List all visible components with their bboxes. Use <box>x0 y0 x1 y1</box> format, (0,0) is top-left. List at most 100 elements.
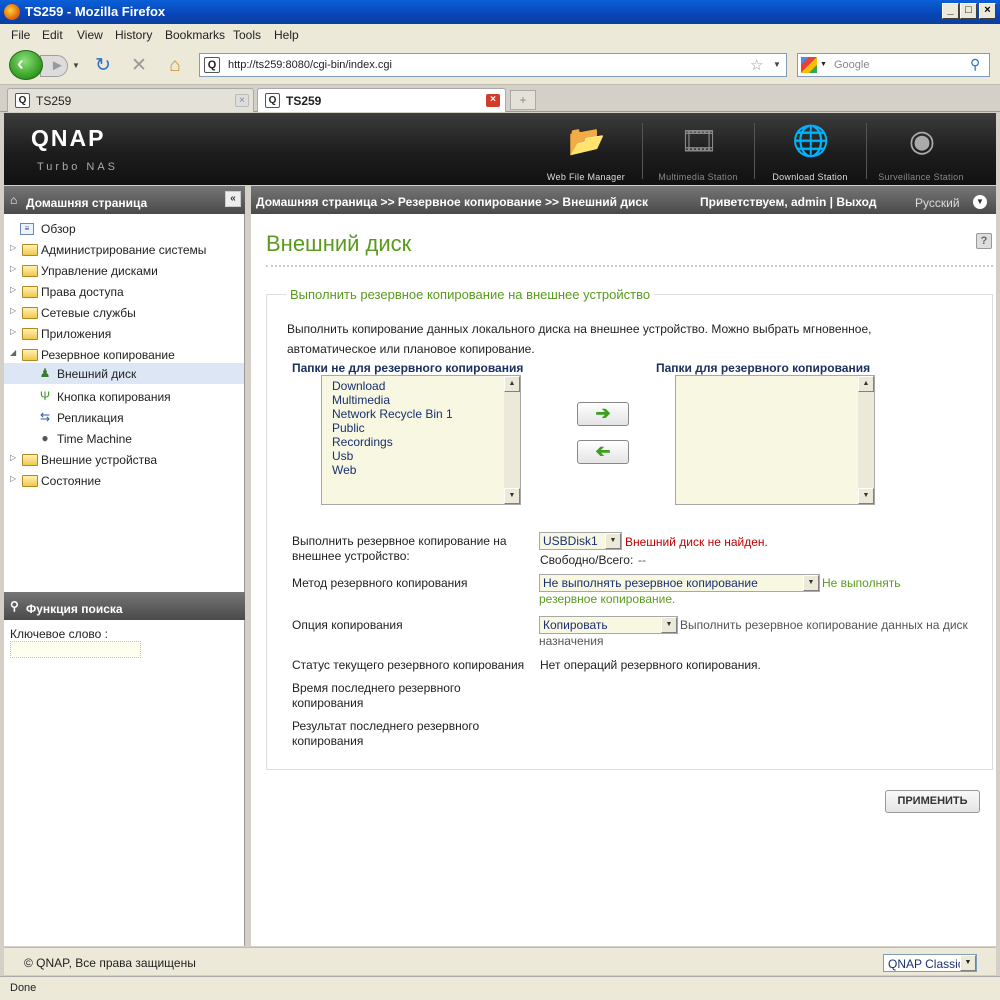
menu-history[interactable]: History <box>115 28 152 42</box>
list-scrollbar[interactable]: ▲ ▼ <box>858 376 874 504</box>
expand-icon[interactable]: ▷ <box>10 474 16 483</box>
folder-item[interactable]: Download <box>332 379 385 393</box>
folder-magnifier-icon: 📂 <box>568 125 606 158</box>
device-select[interactable]: USBDisk1 ▼ <box>539 532 622 550</box>
free-total-label: Свободно/Всего: <box>540 553 634 567</box>
reload-icon[interactable]: ↻ <box>92 55 114 77</box>
theme-select[interactable]: QNAP Classic ▼ <box>883 954 977 972</box>
excluded-folders-list[interactable]: Download Multimedia Network Recycle Bin … <box>321 375 521 505</box>
expand-icon[interactable]: ▷ <box>10 306 16 315</box>
google-icon[interactable] <box>801 57 817 73</box>
apply-button[interactable]: ПРИМЕНИТЬ <box>885 790 980 813</box>
window-titlebar: TS259 - Mozilla Firefox _ □ × <box>0 0 1000 24</box>
method-label: Метод резервного копирования <box>292 576 468 590</box>
sidebar-item-access-rights[interactable]: ▷ Права доступа <box>4 281 244 302</box>
minimize-button[interactable]: _ <box>942 3 959 19</box>
new-tab-button[interactable]: + <box>510 90 536 110</box>
sidebar-item-applications[interactable]: ▷ Приложения <box>4 323 244 344</box>
home-icon[interactable]: ⌂ <box>164 55 186 77</box>
tab-label: TS259 <box>286 94 322 108</box>
main-content: Домашняя страница >> Резервное копирован… <box>251 186 996 946</box>
tab-close-icon[interactable]: × <box>486 94 500 107</box>
title-divider <box>266 265 993 267</box>
sidebar-item-replication[interactable]: ⇆ Репликация <box>4 407 244 428</box>
breadcrumb[interactable]: Домашняя страница >> Резервное копирован… <box>256 195 648 209</box>
maximize-button[interactable]: □ <box>960 3 977 19</box>
firefox-icon <box>4 4 20 20</box>
collapse-sidebar-icon[interactable]: « <box>225 191 241 207</box>
expand-icon[interactable]: ▷ <box>10 453 16 462</box>
tab-ts259-2[interactable]: Q TS259 × <box>257 88 506 112</box>
apple-icon: ● <box>41 431 49 445</box>
status-text: Done <box>10 982 37 994</box>
folder-item[interactable]: Multimedia <box>332 393 390 407</box>
sidebar-item-time-machine[interactable]: ● Time Machine <box>4 428 244 449</box>
back-button[interactable]: ‹ <box>9 50 43 80</box>
language-dropdown-icon[interactable]: ▼ <box>973 195 987 209</box>
folder-item[interactable]: Web <box>332 463 356 477</box>
tab-label: TS259 <box>36 94 72 108</box>
stop-icon[interactable]: ✕ <box>128 55 150 77</box>
bookmark-star-icon[interactable]: ☆ <box>750 56 763 74</box>
expand-icon[interactable]: ▷ <box>10 285 16 294</box>
included-folders-title: Папки для резервного копирования <box>656 361 871 375</box>
expand-icon[interactable]: ▷ <box>10 327 16 336</box>
search-engine-dropdown-icon[interactable]: ▼ <box>820 61 827 68</box>
add-to-backup-button[interactable]: ➔ <box>577 402 629 426</box>
sidebar-item-status[interactable]: ▷ Состояние <box>4 470 244 491</box>
sidebar-item-network-services[interactable]: ▷ Сетевые службы <box>4 302 244 323</box>
tab-ts259-1[interactable]: Q TS259 × <box>7 88 254 112</box>
menu-help[interactable]: Help <box>274 28 299 42</box>
multimedia-station-button[interactable]: 🎞 Multimedia Station <box>643 121 753 185</box>
web-file-manager-button[interactable]: 📂 Web File Manager <box>531 121 641 185</box>
qnap-header: QNAP Turbo NAS 📂 Web File Manager 🎞 Mult… <box>4 113 996 185</box>
sidebar-item-backup[interactable]: ◢ Резервное копирование <box>4 344 244 365</box>
sidebar-item-system-admin[interactable]: ▷ Администрирование системы <box>4 239 244 260</box>
scroll-down-icon[interactable]: ▼ <box>504 488 520 504</box>
sidebar-item-copy-button[interactable]: Ψ Кнопка копирования <box>4 386 244 407</box>
scroll-up-icon[interactable]: ▲ <box>504 376 520 392</box>
folder-icon <box>22 475 38 487</box>
scroll-up-icon[interactable]: ▲ <box>858 376 874 392</box>
download-station-button[interactable]: 🌐 Download Station <box>755 121 865 185</box>
search-icon[interactable]: ⚲ <box>970 56 980 73</box>
current-status-label: Статус текущего резервного копирования <box>292 658 525 672</box>
breadcrumb-bar: Домашняя страница >> Резервное копирован… <box>251 186 996 214</box>
section-title: Выполнить резервное копирование на внешн… <box>286 287 655 302</box>
menu-view[interactable]: View <box>77 28 103 42</box>
folder-item[interactable]: Usb <box>332 449 353 463</box>
sidebar-item-overview[interactable]: ≡ Обзор <box>4 218 244 239</box>
surveillance-station-button[interactable]: ◉ Surveillance Station <box>866 121 976 185</box>
folder-item[interactable]: Recordings <box>332 435 393 449</box>
scroll-down-icon[interactable]: ▼ <box>858 488 874 504</box>
expand-icon[interactable]: ▷ <box>10 264 16 273</box>
folder-item[interactable]: Network Recycle Bin 1 <box>332 407 453 421</box>
sidebar-item-disk-management[interactable]: ▷ Управление дисками <box>4 260 244 281</box>
forward-button[interactable]: ► <box>40 55 68 77</box>
menu-bookmarks[interactable]: Bookmarks <box>165 28 225 42</box>
close-window-button[interactable]: × <box>979 3 996 19</box>
welcome-logout[interactable]: Приветствуем, admin | Выход <box>700 195 876 209</box>
menu-file[interactable]: File <box>11 28 30 42</box>
dropdown-icon[interactable]: ▼ <box>960 955 976 971</box>
menu-tools[interactable]: Tools <box>233 28 261 42</box>
expand-icon[interactable]: ▷ <box>10 243 16 252</box>
history-dropdown-icon[interactable]: ▼ <box>72 61 80 70</box>
tab-close-icon[interactable]: × <box>235 94 249 107</box>
language-selector[interactable]: Русский <box>915 196 960 210</box>
menu-edit[interactable]: Edit <box>42 28 63 42</box>
device-label: Выполнить резервное копирование на внешн… <box>292 534 507 563</box>
url-bar[interactable]: Q http://ts259:8080/cgi-bin/index.cgi ☆ … <box>199 53 787 77</box>
folder-item[interactable]: Public <box>332 421 365 435</box>
remove-from-backup-button[interactable]: ➔ <box>577 440 629 464</box>
url-dropdown-icon[interactable]: ▼ <box>773 60 781 69</box>
search-bar[interactable]: ▼ Google ⚲ <box>797 53 990 77</box>
help-icon[interactable]: ? <box>976 233 992 249</box>
keyword-input[interactable] <box>10 641 141 658</box>
included-folders-list[interactable]: ▲ ▼ <box>675 375 875 505</box>
dropdown-icon[interactable]: ▼ <box>605 533 621 549</box>
sidebar-item-external-disk[interactable]: ♟ Внешний диск <box>4 363 244 384</box>
collapse-icon[interactable]: ◢ <box>10 348 16 357</box>
sidebar-item-external-devices[interactable]: ▷ Внешние устройства <box>4 449 244 470</box>
list-scrollbar[interactable]: ▲ ▼ <box>504 376 520 504</box>
